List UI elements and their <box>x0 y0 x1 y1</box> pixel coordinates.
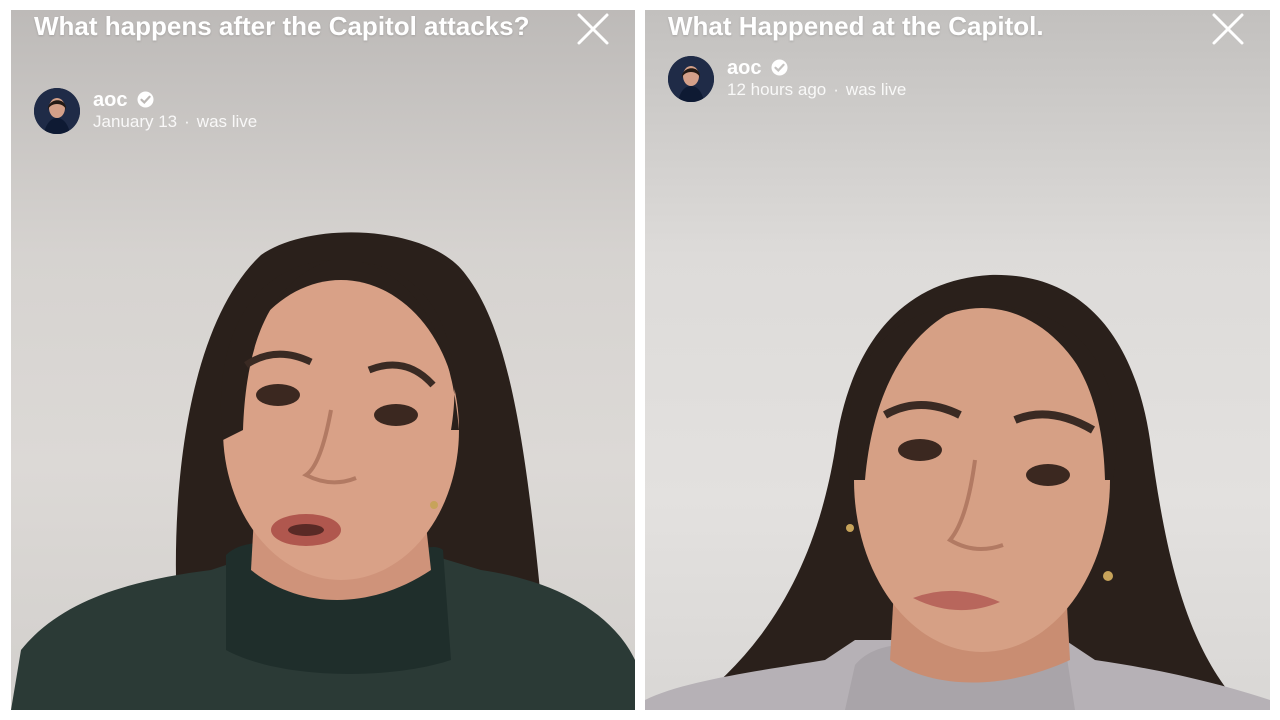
separator-dot: · <box>833 80 839 99</box>
username[interactable]: aoc <box>93 89 127 111</box>
close-button[interactable] <box>1211 12 1245 46</box>
separator-dot: · <box>184 112 190 131</box>
broadcast-date: 12 hours ago <box>727 80 827 99</box>
video-frame-right <box>645 274 1270 710</box>
live-video-panel-left[interactable]: What happens after the Capitol attacks? … <box>11 10 635 710</box>
close-icon <box>1212 13 1244 45</box>
user-line: aoc <box>93 88 154 113</box>
broadcast-subtitle: January 13 · was live <box>93 112 257 132</box>
avatar[interactable] <box>668 56 714 102</box>
verified-badge-icon <box>771 59 788 81</box>
avatar[interactable] <box>34 88 80 134</box>
close-icon <box>577 13 609 45</box>
user-line: aoc <box>727 56 788 81</box>
live-status: was live <box>196 112 258 131</box>
avatar-image <box>34 88 80 134</box>
live-video-panel-right[interactable]: What Happened at the Capitol. aoc 12 hou… <box>645 10 1270 710</box>
verified-badge-icon <box>137 91 154 113</box>
live-status: was live <box>845 80 907 99</box>
username[interactable]: aoc <box>727 57 761 79</box>
broadcast-subtitle: 12 hours ago · was live <box>727 80 906 100</box>
close-button[interactable] <box>576 12 610 46</box>
avatar-image <box>668 56 714 102</box>
broadcast-title: What Happened at the Capitol. <box>668 11 1044 41</box>
broadcast-date: January 13 <box>93 112 178 131</box>
broadcast-title: What happens after the Capitol attacks? <box>34 11 530 41</box>
